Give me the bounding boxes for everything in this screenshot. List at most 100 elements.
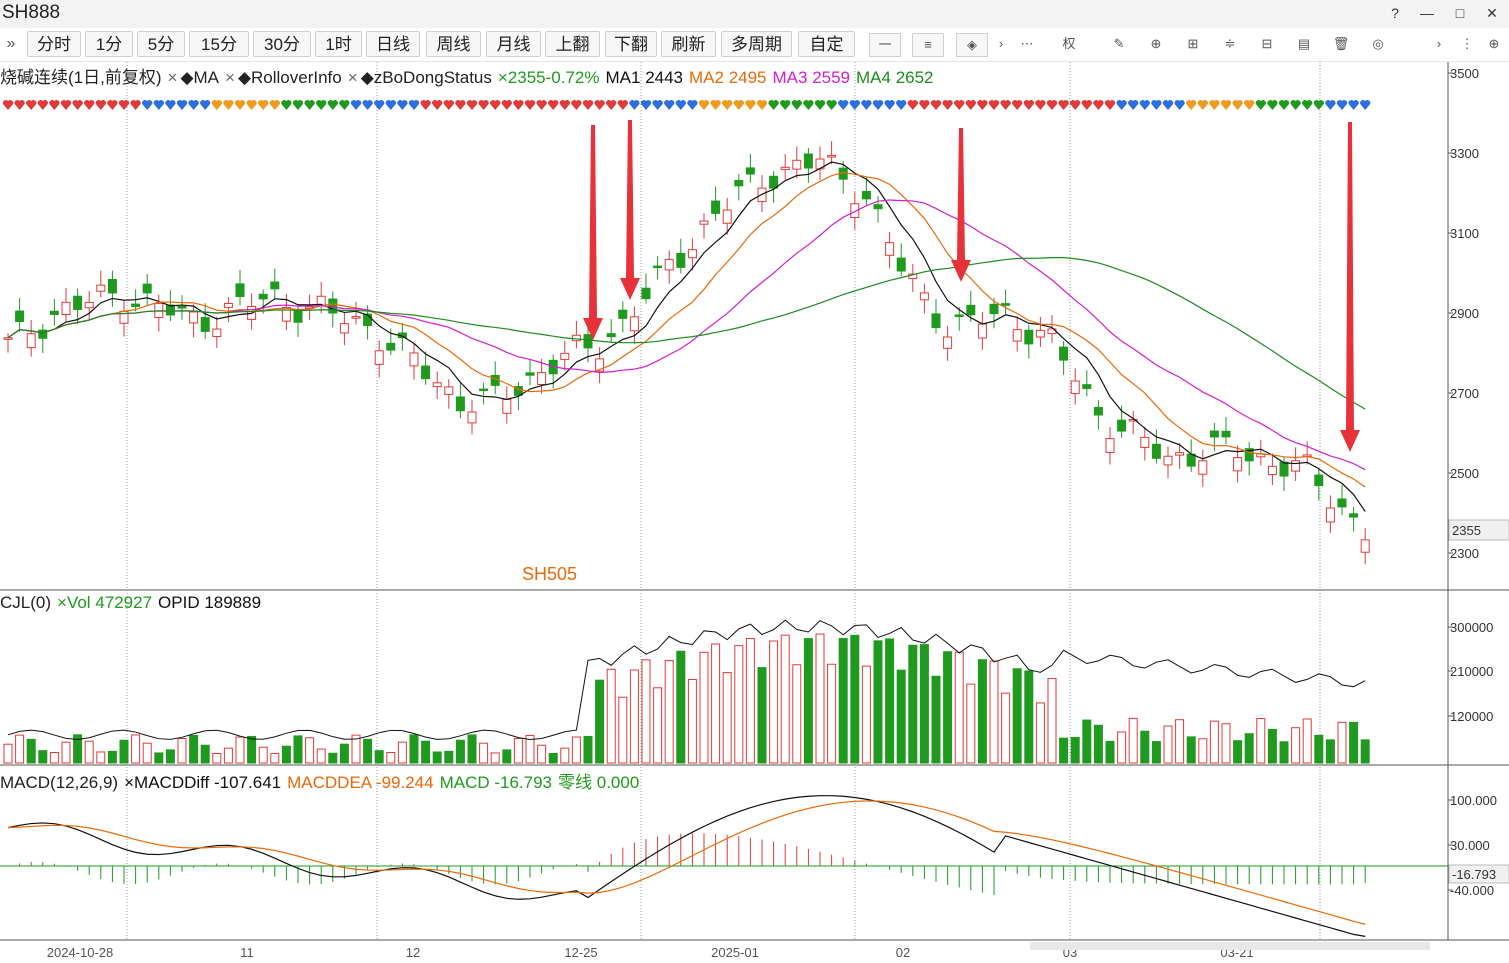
price_panel-legend-item: ◆RolloverInfo	[237, 68, 342, 87]
candle-body	[583, 334, 593, 349]
save-icon[interactable]: ⊟	[1256, 33, 1278, 55]
volume-bar	[363, 738, 373, 764]
candle-body	[676, 252, 686, 268]
status-heart	[1058, 100, 1069, 110]
candle-body	[571, 334, 581, 342]
candle-body	[421, 365, 431, 380]
price_panel-legend-item[interactable]: ×	[348, 68, 358, 87]
macd_panel-legend-item: 零线 0.000	[558, 773, 640, 792]
status-heart	[408, 100, 420, 110]
volume-bar	[1082, 719, 1092, 764]
delete-icon[interactable]: 🗑	[1330, 33, 1352, 55]
candle-body	[49, 310, 59, 315]
maximize-button[interactable]: □	[1447, 3, 1473, 23]
volume-bar	[1093, 724, 1103, 764]
status-heart	[26, 100, 37, 110]
price-axis-label: 2300	[1450, 546, 1479, 561]
minimize-button[interactable]: —	[1414, 3, 1440, 23]
candle-body	[931, 313, 941, 329]
status-heart	[675, 100, 686, 110]
volume-axis-label: 120000	[1450, 709, 1493, 724]
close-button[interactable]: ✕	[1479, 3, 1505, 23]
status-heart	[1325, 100, 1336, 110]
period-button-0[interactable]: 分时	[27, 31, 81, 57]
period-button-4[interactable]: 30分	[253, 31, 311, 57]
candle-body	[1221, 430, 1231, 438]
price_panel-legend-item[interactable]: ×	[225, 68, 235, 87]
period-button-7[interactable]: 周线	[426, 31, 481, 57]
period-button-11[interactable]: 刷新	[661, 31, 716, 57]
status-heart	[223, 100, 234, 110]
status-heart	[524, 100, 536, 110]
status-heart	[814, 100, 826, 110]
candle-body	[1105, 438, 1115, 453]
period-button-6[interactable]: 日线	[366, 31, 420, 57]
cloud-icon[interactable]: ⊕	[1145, 33, 1167, 55]
status-heart	[95, 100, 106, 110]
more-icon[interactable]: ⋯	[1016, 33, 1038, 55]
help-icon[interactable]: ?	[1382, 3, 1408, 23]
period-button-9[interactable]: 上翻	[545, 31, 600, 57]
candle-body	[1337, 498, 1347, 508]
candle-body	[177, 306, 187, 309]
candle-body	[977, 323, 987, 339]
menu-icon[interactable]: ⋮	[1456, 33, 1478, 55]
settings-icon[interactable]: ≑	[1219, 33, 1241, 55]
next-icon[interactable]: ›	[990, 33, 1012, 55]
layout-icon[interactable]: ⊞	[1182, 33, 1204, 55]
candle-body	[212, 328, 222, 337]
period-button-3[interactable]: 15分	[189, 31, 249, 57]
period-button-1[interactable]: 1分	[85, 31, 133, 57]
candle-body	[293, 310, 303, 323]
status-heart	[1244, 100, 1255, 110]
candle-body	[374, 350, 384, 365]
price_panel-legend-item: MA1 2443	[605, 68, 684, 87]
volume-bar	[223, 747, 233, 764]
candle-body	[745, 167, 755, 175]
period-button-2[interactable]: 5分	[137, 31, 185, 57]
volume-bar	[966, 683, 976, 764]
status-heart	[1174, 100, 1185, 110]
status-heart	[1139, 100, 1150, 110]
macd_panel-legend-item: MACD(12,26,9)	[0, 773, 119, 792]
ma3-line	[7, 199, 1366, 471]
volume-bar	[711, 643, 721, 764]
status-heart	[327, 100, 338, 110]
candle-body	[339, 323, 349, 334]
kline-chart[interactable]: 3500 3300 3100 2900 2700 2500 2300 2355 300000 21…	[0, 62, 1509, 963]
candle-body	[270, 281, 280, 290]
status-heart	[292, 100, 304, 110]
volume-bar	[96, 751, 106, 764]
status-heart	[1046, 100, 1058, 110]
candle-body	[1001, 303, 1011, 306]
status-heart	[1313, 100, 1324, 110]
status-heart	[1116, 100, 1127, 110]
candle-body	[165, 304, 175, 316]
candle-body	[734, 180, 744, 187]
target-icon[interactable]: ◎	[1367, 33, 1389, 55]
parallel-tool-icon[interactable]: ≡	[912, 33, 944, 57]
expand-icon[interactable]: »	[0, 33, 22, 55]
add-icon[interactable]: ⊕	[1483, 33, 1505, 55]
x-scrollbar[interactable]	[1030, 942, 1430, 950]
period-button-13[interactable]: 自定	[798, 31, 855, 57]
volume-bar	[1325, 739, 1335, 764]
title-bar: SH888 ? — □ ✕	[0, 0, 1509, 28]
price_panel-legend-item[interactable]: ×	[168, 68, 178, 87]
shape-tool-icon[interactable]: ◈	[956, 33, 988, 57]
period-button-10[interactable]: 下翻	[605, 31, 657, 57]
pen-icon[interactable]: ✎	[1108, 33, 1130, 55]
candle-body	[1140, 436, 1150, 448]
line-tool-icon[interactable]: 一	[869, 33, 901, 57]
adjust-icon[interactable]: 权	[1058, 33, 1080, 55]
status-heart	[397, 100, 408, 110]
candle-body	[722, 209, 732, 224]
panel-icon[interactable]: ▤	[1293, 33, 1315, 55]
status-heart	[1023, 100, 1034, 110]
arrow-right-icon[interactable]: ›	[1428, 33, 1450, 55]
period-button-12[interactable]: 多周期	[721, 31, 792, 57]
status-heart	[1360, 100, 1371, 110]
period-button-8[interactable]: 月线	[486, 31, 541, 57]
period-button-5[interactable]: 1时	[315, 31, 362, 57]
volume-bar	[571, 736, 581, 764]
